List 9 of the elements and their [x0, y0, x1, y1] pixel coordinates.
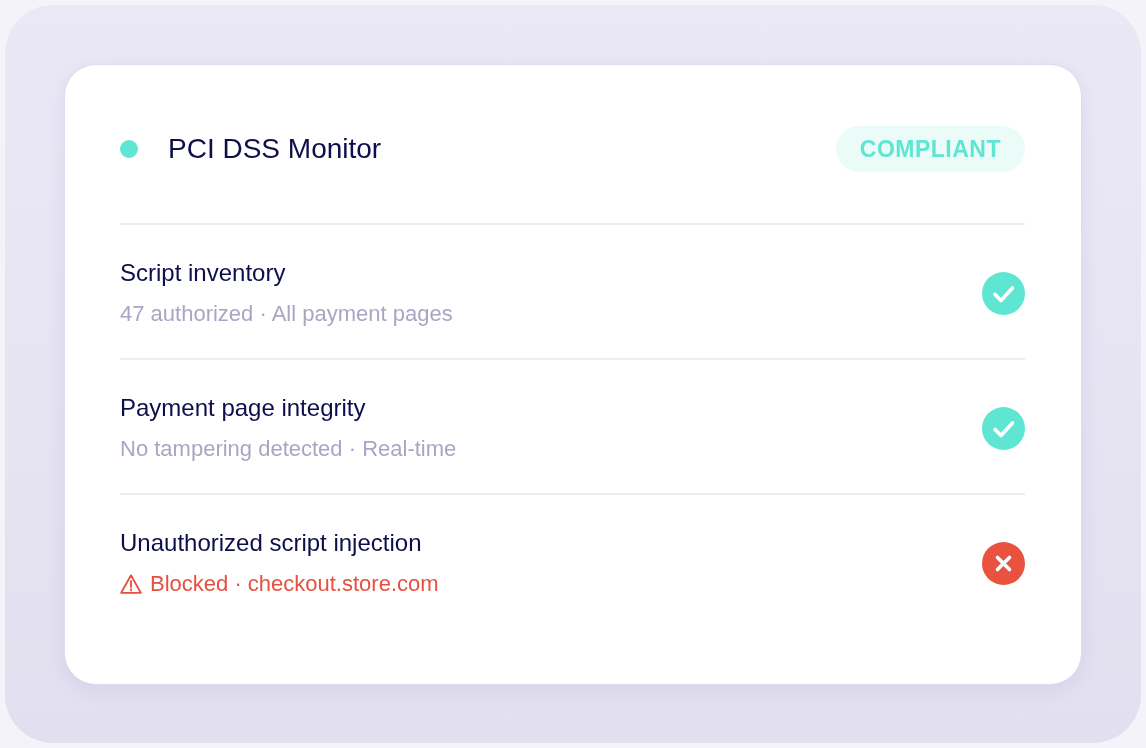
status-badge: COMPLIANT: [835, 126, 1025, 172]
warning-icon: [120, 574, 142, 594]
check-detail: No tampering detected · Real-time: [120, 435, 457, 463]
monitor-title: PCI DSS Monitor: [168, 132, 382, 166]
check-title: Script inventory: [120, 259, 286, 286]
check-title: Unauthorized script injection: [120, 529, 422, 556]
check-title: Payment page integrity: [120, 394, 366, 421]
check-detail: Blocked · checkout.store.com: [150, 570, 439, 598]
check-detail: 47 authorized · All payment pages: [120, 300, 453, 328]
